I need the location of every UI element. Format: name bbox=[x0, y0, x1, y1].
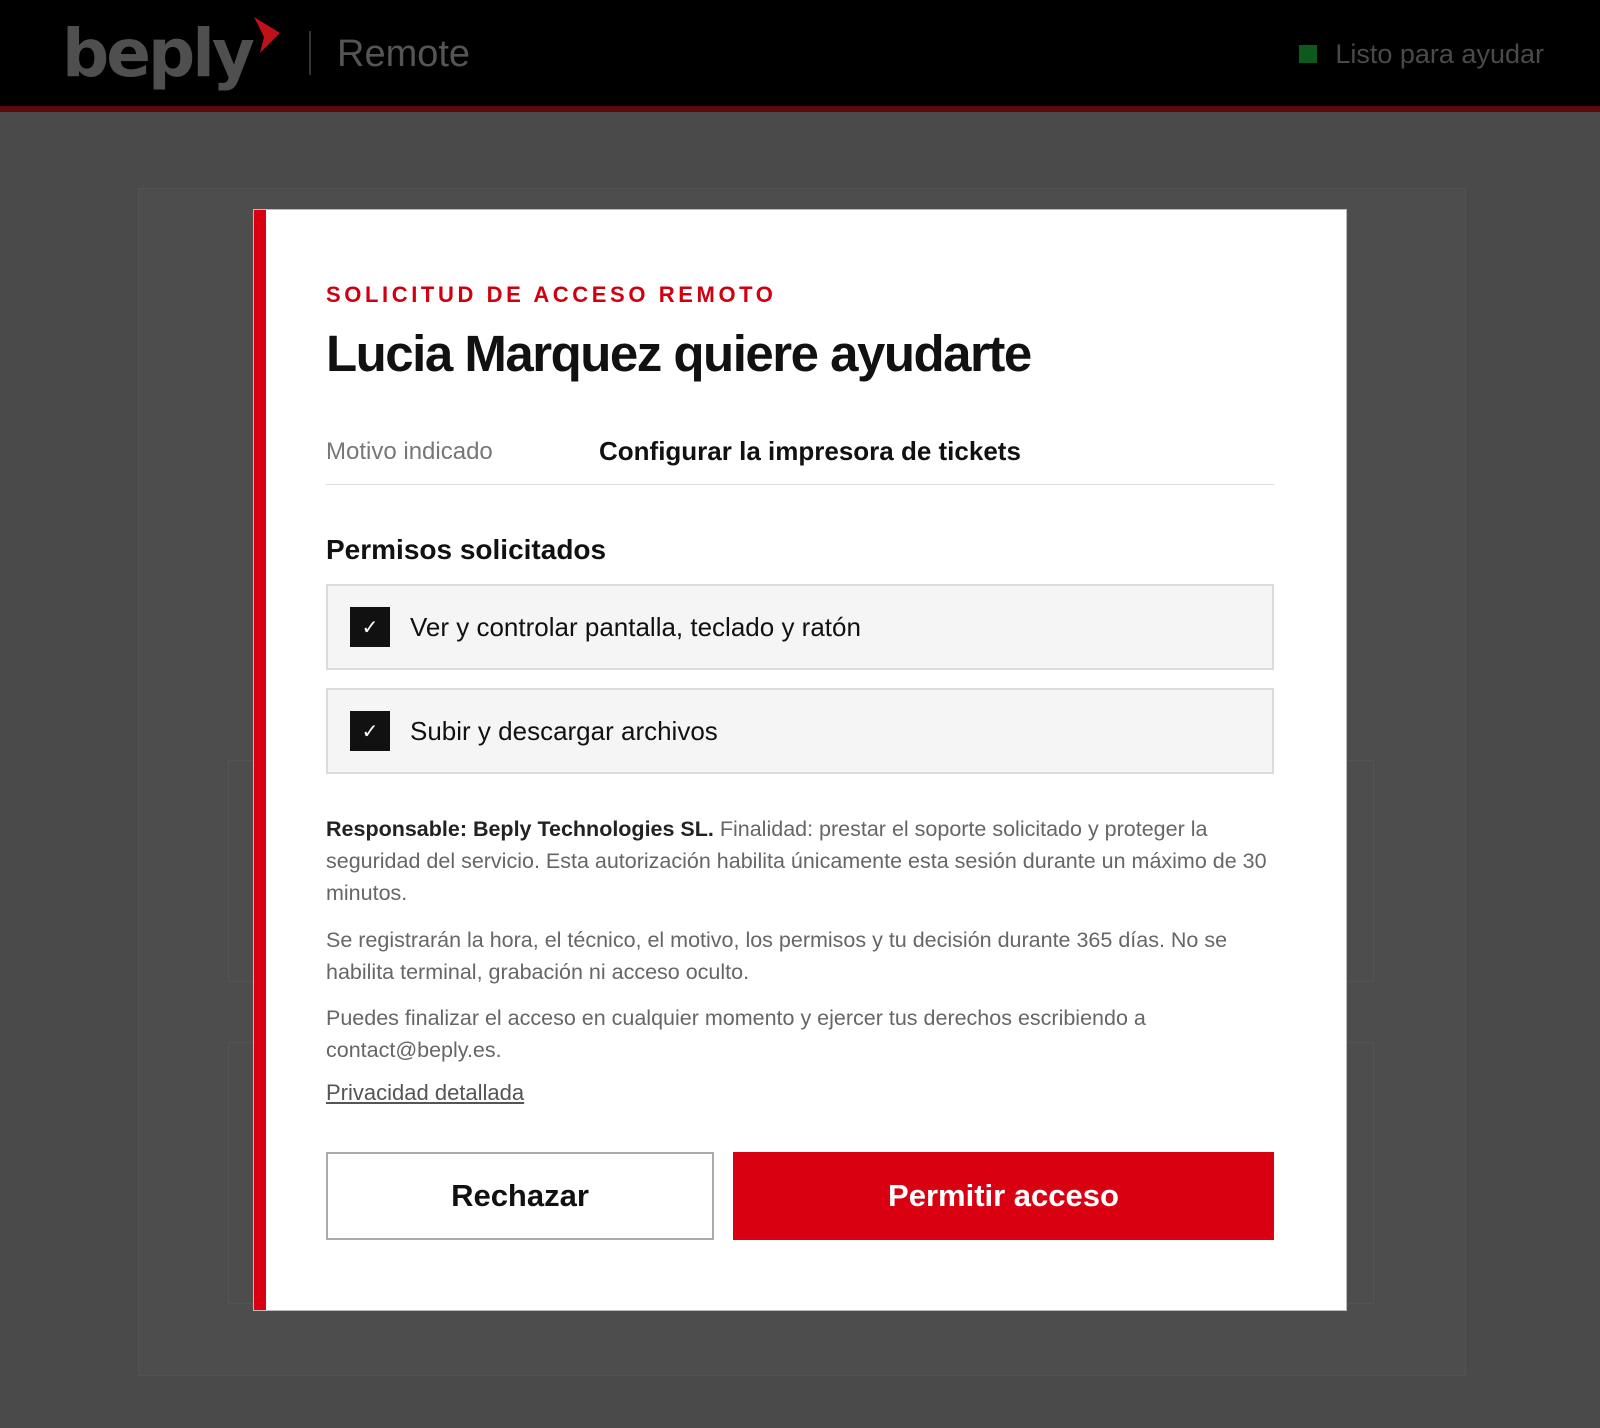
beply-logo: beply bbox=[62, 15, 255, 92]
legal-retention-text: Se registrarán la hora, el técnico, el m… bbox=[326, 928, 1228, 984]
checkbox-checked-icon[interactable]: ✓ bbox=[350, 607, 390, 647]
checkbox-checked-icon[interactable]: ✓ bbox=[350, 711, 390, 751]
permission-screen-control[interactable]: ✓ Ver y controlar pantalla, teclado y ra… bbox=[326, 584, 1274, 670]
divider bbox=[326, 484, 1274, 485]
status-text: Listo para ayudar bbox=[1335, 38, 1544, 69]
legal-purpose-text: Responsable: Beply Technologies SL. Fina… bbox=[326, 813, 1274, 909]
logo-arrow-icon bbox=[254, 17, 280, 53]
privacy-link[interactable]: Privacidad detallada bbox=[326, 1080, 524, 1106]
dialog-eyebrow: SOLICITUD DE ACCESO REMOTO bbox=[326, 282, 777, 307]
top-bar: beply Remote Listo para ayudar bbox=[0, 0, 1600, 112]
status-indicator: Listo para ayudar bbox=[1299, 34, 1544, 74]
reject-button[interactable]: Rechazar bbox=[326, 1152, 714, 1240]
allow-access-button[interactable]: Permitir acceso bbox=[733, 1152, 1274, 1240]
header-divider bbox=[309, 31, 311, 75]
reason-value: Configurar la impresora de tickets bbox=[599, 436, 1021, 466]
permission-file-transfer[interactable]: ✓ Subir y descargar archivos bbox=[326, 688, 1274, 774]
legal-rights-text: Puedes finalizar el acceso en cualquier … bbox=[326, 1006, 1146, 1062]
status-dot-icon bbox=[1299, 45, 1318, 63]
access-request-dialog: SOLICITUD DE ACCESO REMOTO Lucia Marquez… bbox=[253, 209, 1347, 1311]
dialog-title: Lucia Marquez quiere ayudarte bbox=[326, 325, 1032, 382]
permissions-title: Permisos solicitados bbox=[326, 534, 607, 565]
legal-responsible: Responsable: Beply Technologies SL. bbox=[326, 817, 714, 841]
reason-label: Motivo indicado bbox=[326, 438, 493, 465]
permission-label: Ver y controlar pantalla, teclado y rató… bbox=[410, 611, 861, 642]
product-name: Remote bbox=[337, 33, 471, 75]
permission-label: Subir y descargar archivos bbox=[410, 715, 718, 746]
